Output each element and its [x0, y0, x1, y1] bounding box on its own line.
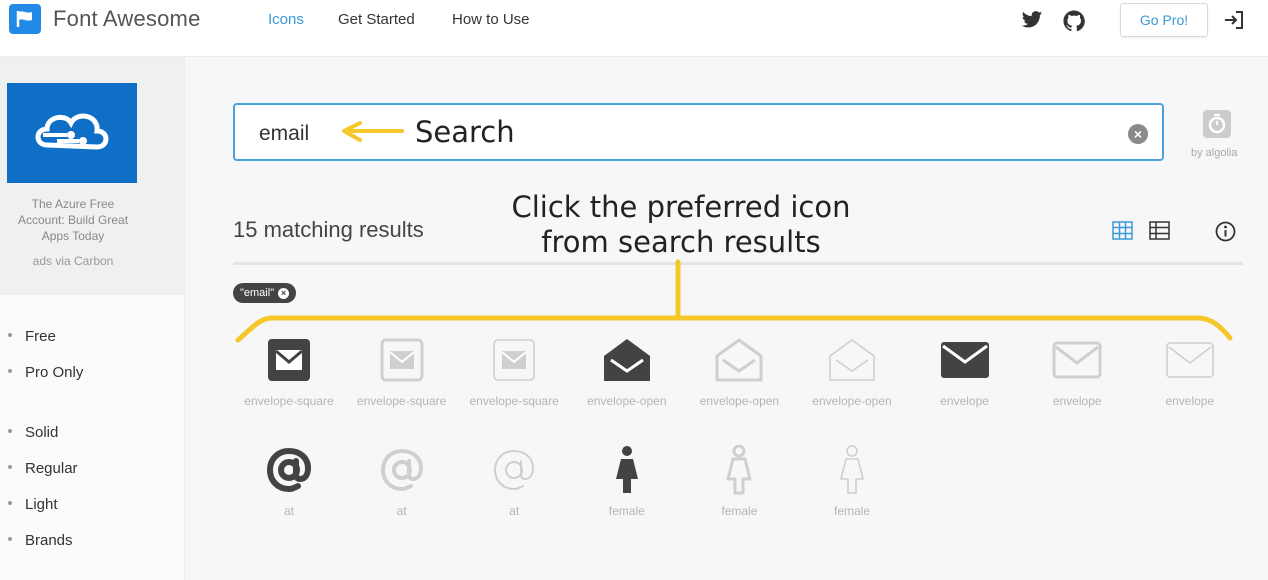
icon-result-label: envelope [940, 394, 989, 408]
carbon-ad[interactable]: The Azure Free Account: Build Great Apps… [0, 57, 184, 295]
icon-result-envelope[interactable]: envelope [1134, 332, 1246, 408]
bullet-icon [8, 429, 12, 434]
grid-view-icon[interactable] [1112, 221, 1133, 245]
envelope-square-icon[interactable] [233, 332, 345, 388]
envelope-open-icon[interactable] [796, 332, 908, 388]
remove-tag-icon[interactable]: × [278, 288, 290, 299]
icon-result-at[interactable]: at [346, 442, 458, 518]
icon-result-envelope-open[interactable]: envelope-open [683, 332, 795, 408]
bullet-icon [8, 333, 12, 338]
ad-via-carbon[interactable]: ads via Carbon [8, 254, 138, 268]
icon-result-female[interactable]: female [571, 442, 683, 518]
filter-label: Solid [25, 424, 59, 441]
icon-result-label: at [396, 504, 407, 518]
search-annotation: Search [415, 115, 515, 149]
envelope-open-icon[interactable] [683, 332, 795, 388]
icon-result-envelope-open[interactable]: envelope-open [571, 332, 683, 408]
icon-result-envelope-square[interactable]: envelope-square [458, 332, 570, 408]
flag-icon[interactable] [9, 4, 41, 34]
filter-solid[interactable]: Solid [8, 424, 58, 441]
icon-result-label: envelope-square [356, 394, 447, 408]
envelope-icon[interactable] [1134, 332, 1246, 388]
bullet-icon [8, 465, 12, 470]
nav-get-started[interactable]: Get Started [338, 11, 415, 28]
icon-result-female[interactable]: female [796, 442, 908, 518]
icon-result-label: female [833, 504, 871, 518]
annotation-line-1: Click the preferred icon [511, 190, 851, 224]
icon-result-at[interactable]: at [458, 442, 570, 518]
brand-name[interactable]: Font Awesome [53, 6, 201, 32]
at-icon[interactable] [346, 442, 458, 498]
filter-regular[interactable]: Regular [8, 460, 78, 477]
icon-result-envelope-open[interactable]: envelope-open [796, 332, 908, 408]
icon-result-label: envelope-open [699, 394, 780, 408]
algolia-stopwatch-icon [1203, 110, 1231, 138]
results-count: 15 matching results [233, 217, 424, 242]
at-icon[interactable] [458, 442, 570, 498]
nav-how-to-use[interactable]: How to Use [452, 11, 530, 28]
envelope-icon[interactable] [909, 332, 1021, 388]
filter-light[interactable]: Light [8, 496, 58, 513]
filter-label: Light [25, 496, 58, 513]
filter-free[interactable]: Free [8, 328, 56, 345]
sidebar: The Azure Free Account: Build Great Apps… [0, 57, 185, 580]
icon-result-envelope-square[interactable]: envelope-square [346, 332, 458, 408]
envelope-open-icon[interactable] [571, 332, 683, 388]
filter-pro-only[interactable]: Pro Only [8, 364, 83, 381]
female-icon[interactable] [796, 442, 908, 498]
icon-result-label: at [509, 504, 520, 518]
icon-result-label: envelope-square [244, 394, 334, 408]
icon-result-envelope[interactable]: envelope [909, 332, 1021, 408]
icon-result-label: at [283, 504, 294, 518]
filter-label: Pro Only [25, 364, 84, 381]
annotation-line-2: from search results [541, 225, 821, 259]
info-icon[interactable] [1215, 221, 1236, 247]
filter-label: Regular [25, 460, 78, 477]
at-icon[interactable] [233, 442, 345, 498]
female-icon[interactable] [571, 442, 683, 498]
icon-result-female[interactable]: female [683, 442, 795, 518]
tag-label: "email" [240, 287, 275, 299]
github-icon[interactable] [1063, 10, 1085, 37]
results-divider [233, 262, 1243, 265]
icon-result-envelope[interactable]: envelope [1021, 332, 1133, 408]
click-annotation: Click the preferred icon from search res… [496, 190, 866, 260]
bullet-icon [8, 537, 12, 542]
top-navigation-bar: Font Awesome Icons Get Started How to Us… [0, 0, 1268, 57]
clear-search-icon[interactable]: × [1128, 124, 1148, 144]
filter-brands[interactable]: Brands [8, 532, 73, 549]
icon-result-label: female [608, 504, 645, 518]
icon-result-label: envelope-open [587, 394, 667, 408]
bullet-icon [8, 501, 12, 506]
female-icon[interactable] [683, 442, 795, 498]
envelope-icon[interactable] [1021, 332, 1133, 388]
list-view-icon[interactable] [1149, 221, 1170, 245]
icon-result-label: envelope [1165, 394, 1215, 408]
bullet-icon [8, 369, 12, 374]
ad-text[interactable]: The Azure Free Account: Build Great Apps… [8, 196, 138, 244]
twitter-icon[interactable] [1021, 10, 1043, 35]
envelope-square-icon[interactable] [346, 332, 458, 388]
search-input[interactable]: email Search × [233, 103, 1164, 161]
icon-result-label: envelope-square [469, 394, 559, 408]
azure-cloud-icon[interactable] [7, 83, 137, 183]
go-pro-button[interactable]: Go Pro! [1120, 3, 1208, 37]
search-tag-chip[interactable]: "email" × [233, 283, 297, 303]
algolia-credit[interactable]: by algolia [1191, 147, 1237, 159]
nav-icons[interactable]: Icons [268, 11, 304, 28]
filter-label: Free [25, 328, 56, 345]
envelope-square-icon[interactable] [458, 332, 570, 388]
icon-result-envelope-square[interactable]: envelope-square [233, 332, 345, 408]
icon-result-label: female [721, 504, 758, 518]
icon-result-label: envelope-open [812, 394, 892, 408]
sign-in-icon[interactable] [1223, 10, 1245, 35]
filter-label: Brands [25, 532, 73, 549]
icon-result-at[interactable]: at [233, 442, 345, 518]
icon-result-label: envelope [1052, 394, 1102, 408]
search-value[interactable]: email [259, 122, 309, 146]
